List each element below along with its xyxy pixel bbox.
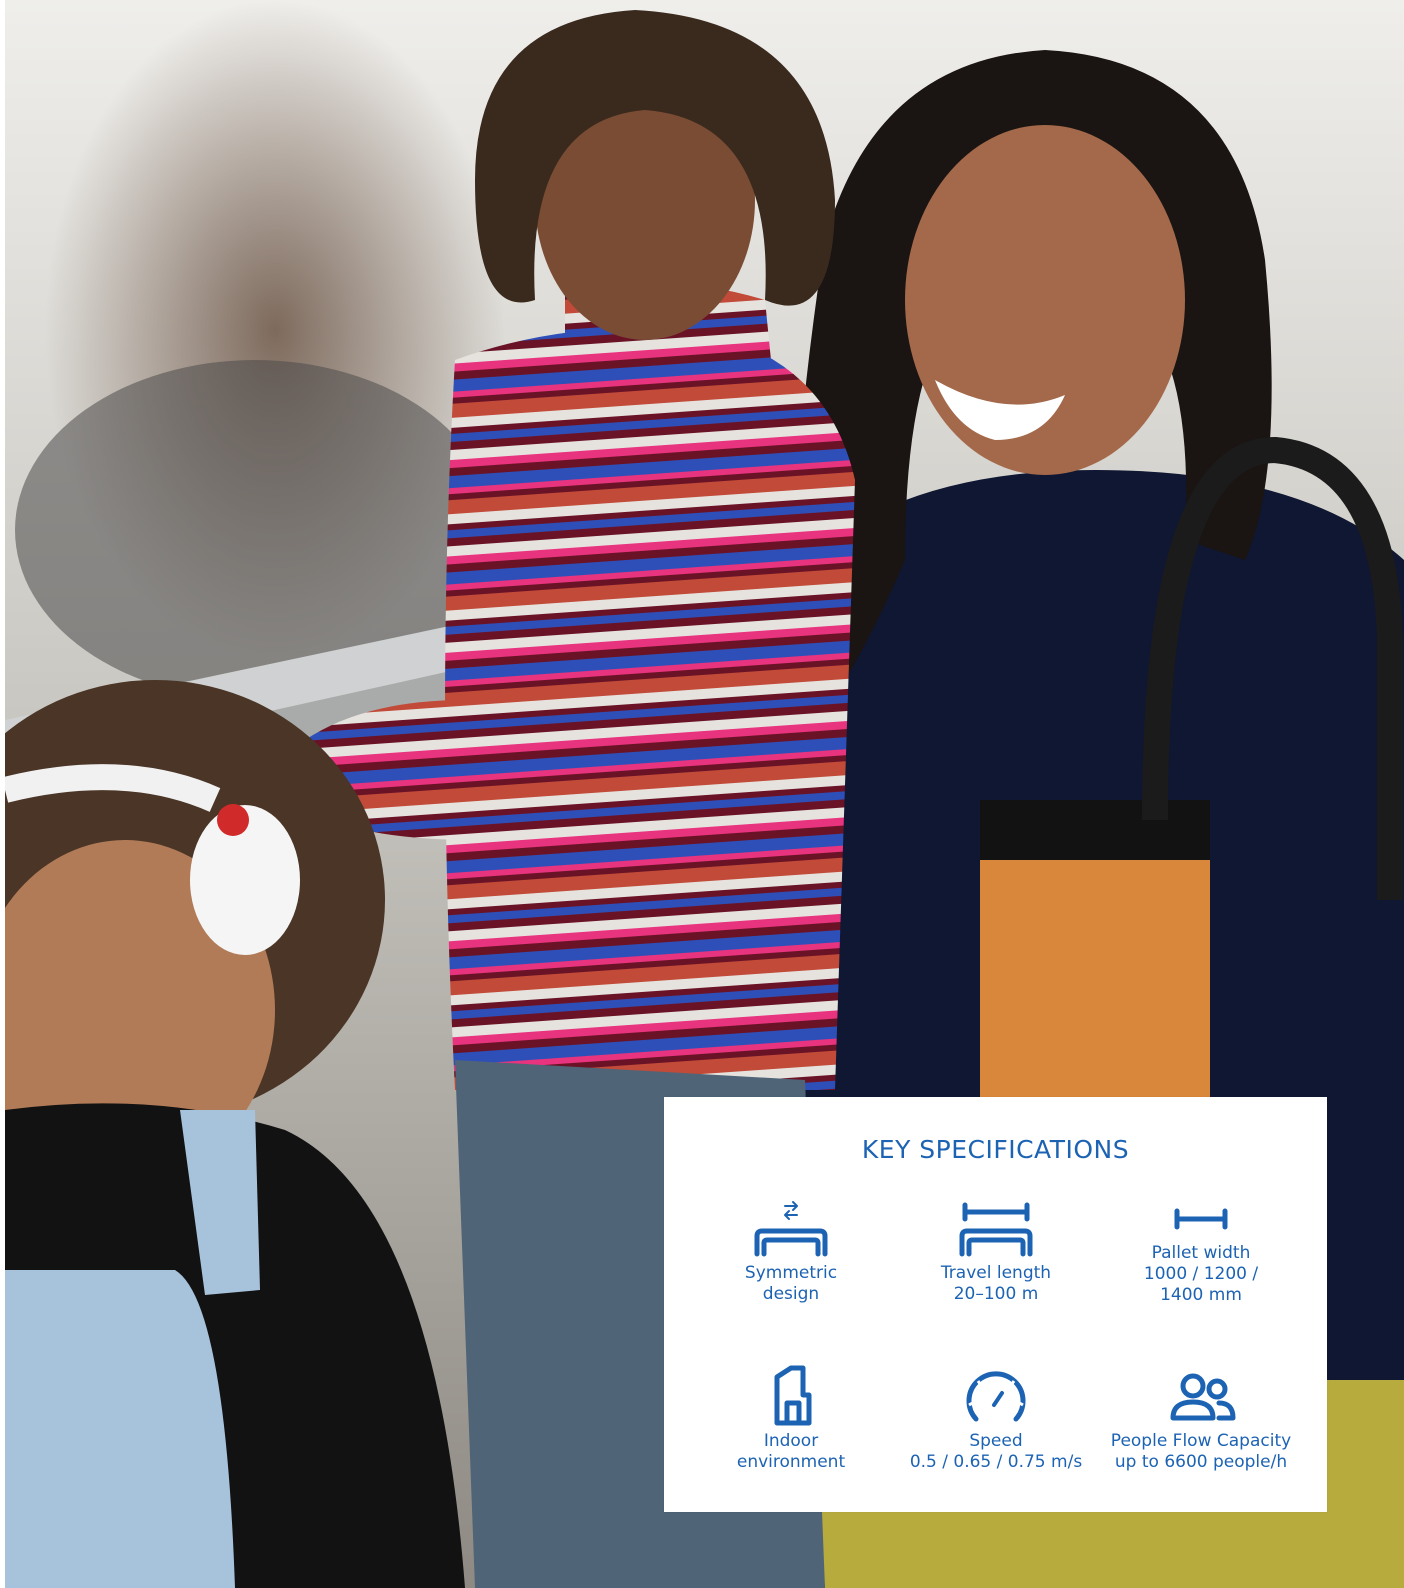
spec-people-flow-capacity: People Flow Capacity up to 6600 people/h: [1096, 1365, 1306, 1473]
key-specifications-card: KEY SPECIFICATIONS Symmetric design Trav…: [664, 1097, 1327, 1512]
spec-travel-length-label: Travel length 20–100 m: [940, 1263, 1052, 1304]
page-margin: [0, 0, 5, 1588]
spec-speed: Speed 0.5 / 0.65 / 0.75 m/s: [891, 1365, 1101, 1473]
spec-speed-label: Speed 0.5 / 0.65 / 0.75 m/s: [909, 1431, 1083, 1472]
spec-travel-length: Travel length 20–100 m: [891, 1199, 1101, 1305]
spec-pallet-width-label: Pallet width 1000 / 1200 / 1400 mm: [1143, 1243, 1259, 1305]
spec-indoor-environment: Indoor environment: [686, 1365, 896, 1473]
spec-people-flow-label: People Flow Capacity up to 6600 people/h: [1110, 1431, 1292, 1472]
spec-symmetric-design: Symmetric design: [686, 1199, 896, 1305]
people-flow-icon: [1170, 1373, 1236, 1421]
speedometer-icon: [966, 1371, 1026, 1422]
indoor-environment-icon: [774, 1365, 812, 1426]
key-specifications-title: KEY SPECIFICATIONS: [861, 1135, 1130, 1164]
spec-pallet-width: Pallet width 1000 / 1200 / 1400 mm: [1096, 1199, 1306, 1306]
spec-indoor-environment-label: Indoor environment: [736, 1431, 846, 1472]
spec-symmetric-design-label: Symmetric design: [744, 1263, 838, 1304]
travel-length-icon: [959, 1202, 1033, 1257]
symmetric-design-icon: [754, 1201, 828, 1257]
